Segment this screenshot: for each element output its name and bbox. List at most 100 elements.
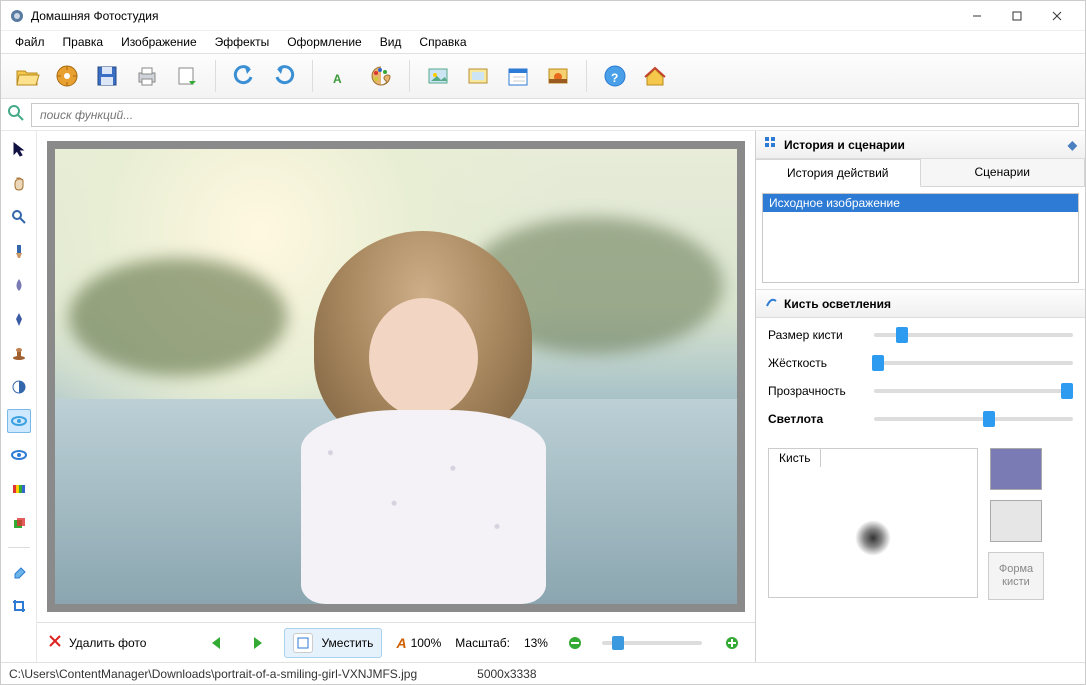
main-area: Удалить фото Уместить A 100% Масштаб: 13… [1,131,1085,662]
menu-вид[interactable]: Вид [372,33,410,51]
tool-stamp[interactable] [7,341,31,365]
fit-label: Уместить [321,636,373,650]
slider-label: Светлота [768,412,864,426]
delete-icon [47,633,63,652]
slider-label: Размер кисти [768,328,864,342]
next-button[interactable] [244,631,270,655]
close-button[interactable] [1037,2,1077,30]
slider-Жёсткость[interactable] [874,361,1073,365]
frame-button[interactable] [460,58,496,94]
search-input[interactable] [31,103,1079,127]
menu-bar: ФайлПравкаИзображениеЭффектыОформлениеВи… [1,31,1085,53]
slider-Размер кисти[interactable] [874,333,1073,337]
tab-1[interactable]: Сценарии [921,159,1086,186]
tool-gradient[interactable] [7,477,31,501]
slider-label: Жёсткость [768,356,864,370]
right-panel: История и сценарии ◆ История действийСце… [755,131,1085,662]
tool-drop[interactable] [7,273,31,297]
canvas-border [47,141,745,612]
tool-brush[interactable] [7,239,31,263]
brush-panel: Кисть осветления Размер кисти Жёсткость Пр… [756,289,1085,662]
tool-contrast[interactable] [7,375,31,399]
history-icon [764,136,778,153]
scale-label: Масштаб: [455,636,510,650]
fit-button[interactable]: Уместить [284,628,382,658]
app-icon [9,8,25,24]
search-row [1,99,1085,131]
history-panel-header: История и сценарии ◆ [756,131,1085,159]
canvas-area[interactable] [37,131,755,622]
maximize-button[interactable] [997,2,1037,30]
slider-label: Прозрачность [768,384,864,398]
main-toolbar: A? [1,53,1085,99]
sunset-button[interactable] [540,58,576,94]
zoom-out-button[interactable] [562,631,588,655]
history-item[interactable]: Исходное изображение [763,194,1078,212]
open-button[interactable] [9,58,45,94]
canvas-wrap: Удалить фото Уместить A 100% Масштаб: 13… [37,131,755,662]
brush-shape-button[interactable]: Форма кисти [988,552,1044,600]
slider-Прозрачность[interactable] [874,389,1073,393]
minimize-button[interactable] [957,2,997,30]
menu-правка[interactable]: Правка [55,33,112,51]
palette-button[interactable] [363,58,399,94]
catalog-button[interactable] [49,58,85,94]
tool-pen[interactable] [7,307,31,331]
zoom-100-label: 100% [411,636,442,650]
brush-preview: Кисть [768,448,978,598]
slider-Светлота[interactable] [874,417,1073,421]
help-button[interactable]: ? [597,58,633,94]
history-list[interactable]: Исходное изображение [762,193,1079,283]
brush-panel-header: Кисть осветления [756,290,1085,318]
menu-эффекты[interactable]: Эффекты [207,33,278,51]
tool-hand[interactable] [7,171,31,195]
menu-изображение[interactable]: Изображение [113,33,205,51]
menu-справка[interactable]: Справка [411,33,474,51]
delete-label: Удалить фото [69,636,146,650]
redo-button[interactable] [266,58,302,94]
tool-zoom[interactable] [7,205,31,229]
home-button[interactable] [637,58,673,94]
history-panel-title: История и сценарии [784,138,905,152]
brush-header-icon [764,295,778,312]
prev-button[interactable] [204,631,230,655]
status-dims: 5000x3338 [477,667,536,681]
export-button[interactable] [169,58,205,94]
zoom-slider[interactable] [602,641,702,645]
slider-row: Светлота [768,412,1073,426]
save-button[interactable] [89,58,125,94]
delete-photo-button[interactable]: Удалить фото [47,633,146,652]
color-swatch[interactable] [990,448,1042,490]
fit-icon [293,633,313,653]
slider-row: Размер кисти [768,328,1073,342]
tool-layer[interactable] [7,511,31,535]
slider-row: Прозрачность [768,384,1073,398]
undo-button[interactable] [226,58,262,94]
image-button[interactable] [420,58,456,94]
print-button[interactable] [129,58,165,94]
status-path: C:\Users\ContentManager\Downloads\portra… [9,667,417,681]
app-title: Домашняя Фотостудия [31,9,957,23]
brush-panel-title: Кисть осветления [784,297,891,311]
svg-text:?: ? [611,71,618,85]
brush-dot [855,520,891,556]
tool-eye2[interactable] [7,443,31,467]
tab-0[interactable]: История действий [756,159,921,187]
menu-оформление[interactable]: Оформление [279,33,369,51]
zoom-100-button[interactable]: A 100% [396,635,441,651]
bg-swatch[interactable] [990,500,1042,542]
tool-eraser[interactable] [7,560,31,584]
search-icon [7,104,25,125]
tool-crop[interactable] [7,594,31,618]
collapse-icon[interactable]: ◆ [1068,138,1077,152]
tool-pointer[interactable] [7,137,31,161]
slider-row: Жёсткость [768,356,1073,370]
svg-text:A: A [333,72,342,86]
scale-value: 13% [524,636,548,650]
text-a-icon: A [396,635,406,651]
text-button[interactable]: A [323,58,359,94]
calendar-button[interactable] [500,58,536,94]
menu-файл[interactable]: Файл [7,33,53,51]
zoom-in-button[interactable] [719,631,745,655]
tool-eye[interactable] [7,409,31,433]
